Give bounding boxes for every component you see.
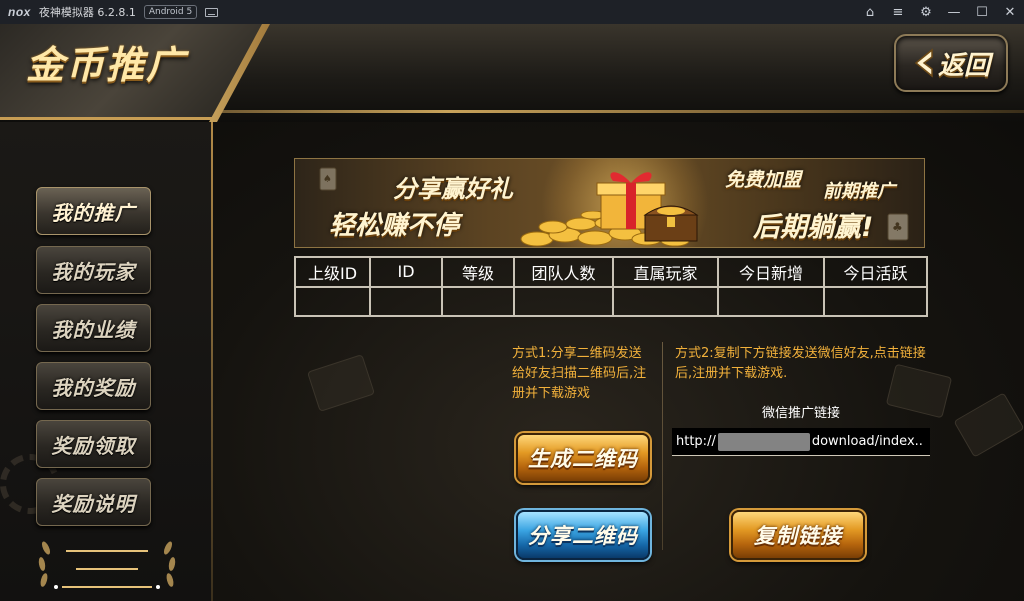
banner-subheadline: 轻松赚不停 xyxy=(329,211,460,241)
sidebar-item-label: 我的业绩 xyxy=(51,317,136,342)
sidebar-item-my-rewards[interactable]: 我的奖励 xyxy=(36,362,151,410)
section-divider xyxy=(662,342,663,550)
table-cell xyxy=(369,285,443,317)
laurel-decoration xyxy=(38,541,176,589)
copy-link-button[interactable]: 复制链接 xyxy=(731,510,865,560)
promo-banner: ♠ ♣ 分享赢好礼 轻松赚不停 免费加盟 前期推广 后期躺赢! xyxy=(294,158,925,248)
column-header: 等级 xyxy=(441,256,515,288)
redacted-link-segment xyxy=(717,432,810,451)
back-button[interactable]: 返回 xyxy=(894,34,1008,92)
column-header: 团队人数 xyxy=(513,256,614,288)
table-cell xyxy=(294,285,371,317)
banner-tag-free-join: 免费加盟 xyxy=(725,169,802,191)
treasure-chest-icon xyxy=(643,205,699,242)
column-header: 今日活跃 xyxy=(823,256,928,288)
column-header: 上级ID xyxy=(294,256,371,288)
playing-card-icon: ♠ xyxy=(319,167,337,191)
back-label: 返回 xyxy=(937,50,990,81)
button-label: 生成二维码 xyxy=(528,447,638,471)
shirt-icon[interactable]: ⌂ xyxy=(856,5,884,20)
back-chevron-icon xyxy=(914,48,933,78)
link-suffix: download/index.. xyxy=(811,434,923,449)
sidebar-item-claim-rewards[interactable]: 奖励领取 xyxy=(36,420,151,468)
button-label: 分享二维码 xyxy=(528,524,638,548)
column-header: 直属玩家 xyxy=(612,256,719,288)
table-header-row: 上级ID ID 等级 团队人数 直属玩家 今日新增 今日活跃 xyxy=(294,256,928,288)
close-icon[interactable]: ✕ xyxy=(996,5,1024,20)
app-title: 夜神模拟器 6.2.8.1 xyxy=(38,6,136,19)
svg-text:♣: ♣ xyxy=(892,220,903,234)
sidebar-item-label: 奖励领取 xyxy=(51,433,136,458)
sidebar-item-my-performance[interactable]: 我的业绩 xyxy=(36,304,151,352)
table-row xyxy=(294,285,928,317)
sidebar-item-my-promotion[interactable]: 我的推广 xyxy=(36,187,151,235)
keyboard-icon[interactable] xyxy=(205,7,219,17)
sidebar-item-my-players[interactable]: 我的玩家 xyxy=(36,246,151,294)
emulator-titlebar: nox 夜神模拟器 6.2.8.1 Android 5 ⌂ ≡ ⚙ — ☐ ✕ xyxy=(0,0,1024,24)
button-label: 复制链接 xyxy=(754,524,842,548)
banner-tag-early-promo: 前期推广 xyxy=(823,181,895,202)
background-card-decoration xyxy=(953,392,1024,458)
android-version-badge: Android 5 xyxy=(143,5,198,19)
sidebar-item-label: 奖励说明 xyxy=(51,491,136,516)
sidebar-item-label: 我的奖励 xyxy=(51,375,136,400)
share-qr-button[interactable]: 分享二维码 xyxy=(516,510,650,560)
column-header: 今日新增 xyxy=(717,256,825,288)
table-cell xyxy=(612,285,719,317)
table-cell xyxy=(717,285,825,317)
background-card-decoration xyxy=(306,354,376,412)
menu-icon[interactable]: ≡ xyxy=(884,5,912,20)
sidebar-item-label: 我的玩家 xyxy=(51,259,136,284)
svg-text:♠: ♠ xyxy=(323,174,332,185)
stats-table: 上级ID ID 等级 团队人数 直属玩家 今日新增 今日活跃 xyxy=(294,256,928,317)
sidebar-item-reward-rules[interactable]: 奖励说明 xyxy=(36,478,151,526)
game-screen: 金币推广 返回 我的推广 我的玩家 我的业绩 我的奖励 奖励领取 奖励说明 ♠ … xyxy=(0,24,1024,601)
promo-link-field[interactable]: http:// download/index.. xyxy=(672,428,930,456)
promo-link-caption: 微信推广链接 xyxy=(761,406,840,421)
sidebar-item-label: 我的推广 xyxy=(51,200,136,225)
method1-instructions: 方式1:分享二维码发送给好友扫描二维码后,注册并下载游戏 xyxy=(512,346,647,401)
minimize-icon[interactable]: — xyxy=(940,5,968,20)
generate-qr-button[interactable]: 生成二维码 xyxy=(516,433,650,483)
playing-card-icon: ♣ xyxy=(887,213,909,241)
table-cell xyxy=(513,285,614,317)
page-title: 金币推广 xyxy=(26,43,187,87)
sidebar-divider xyxy=(211,122,213,601)
method2-instructions: 方式2:复制下方链接发送微信好友,点击链接后,注册并下载游戏. xyxy=(675,346,926,381)
maximize-icon[interactable]: ☐ xyxy=(968,5,996,20)
column-header: ID xyxy=(369,256,443,288)
nox-logo: nox xyxy=(8,5,31,19)
link-prefix: http:// xyxy=(676,434,716,449)
table-cell xyxy=(823,285,928,317)
table-cell xyxy=(441,285,515,317)
gear-icon[interactable]: ⚙ xyxy=(912,5,940,20)
banner-headline: 分享赢好礼 xyxy=(393,175,513,203)
banner-tag-win: 后期躺赢! xyxy=(753,212,874,243)
